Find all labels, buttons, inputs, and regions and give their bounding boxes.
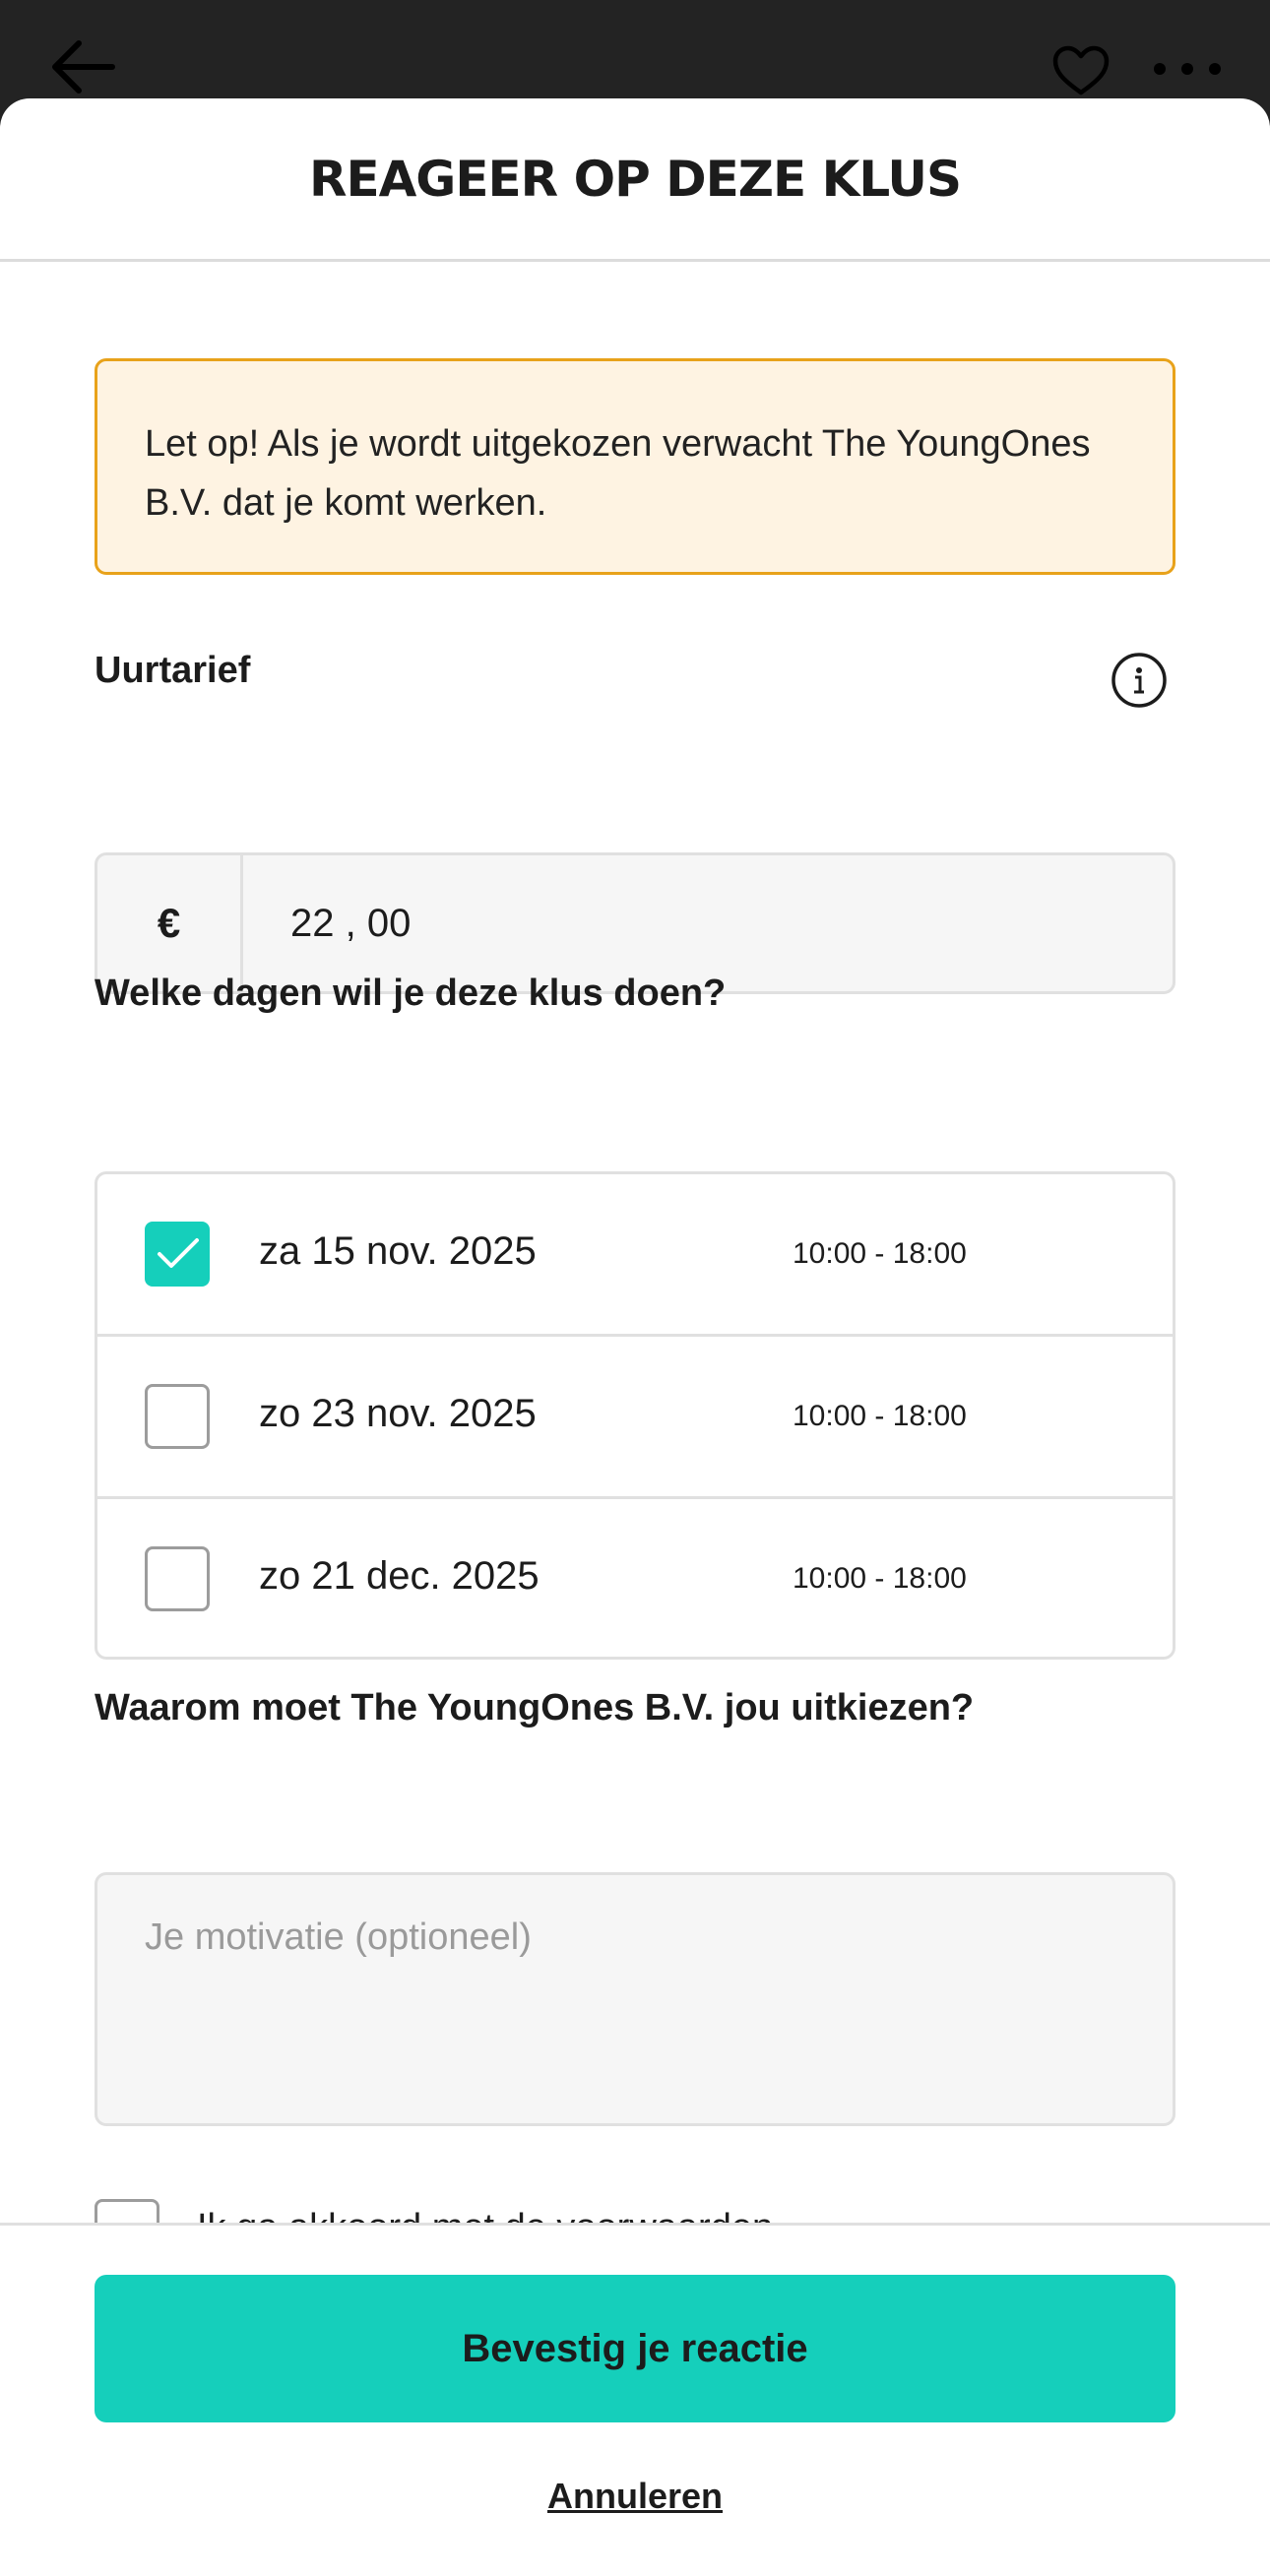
motivation-textarea[interactable] <box>95 1872 1175 2126</box>
days-list: za 15 nov. 2025 10:00 - 18:00 zo 23 nov.… <box>95 1171 1175 1660</box>
day-date: zo 23 nov. 2025 <box>259 1392 537 1435</box>
favorite-button[interactable] <box>1051 45 1111 96</box>
more-options-button[interactable] <box>1150 57 1225 81</box>
rate-label: Uurtarief <box>95 650 251 691</box>
motivation-label: Waarom moet The YoungOnes B.V. jou uitki… <box>95 1687 975 1728</box>
reaction-sheet: REAGEER OP DEZE KLUS Let op! Als je word… <box>0 98 1270 2576</box>
day-row[interactable]: zo 23 nov. 2025 10:00 - 18:00 <box>97 1337 1173 1499</box>
sheet-title: REAGEER OP DEZE KLUS <box>308 150 962 208</box>
day-checkbox[interactable] <box>145 1384 210 1449</box>
day-checkbox[interactable] <box>145 1222 210 1287</box>
days-label: Welke dagen wil je deze klus doen? <box>95 973 727 1014</box>
confirm-button[interactable]: Bevestig je reactie <box>95 2275 1175 2422</box>
arrow-left-icon <box>52 40 115 94</box>
day-date: zo 21 dec. 2025 <box>259 1554 540 1598</box>
info-button[interactable] <box>1111 652 1168 709</box>
warning-text: Let op! Als je wordt uitgekozen verwacht… <box>145 423 1091 524</box>
day-date: za 15 nov. 2025 <box>259 1229 537 1273</box>
cancel-link[interactable]: Annuleren <box>0 2476 1270 2517</box>
day-checkbox[interactable] <box>145 1546 210 1611</box>
warning-banner: Let op! Als je wordt uitgekozen verwacht… <box>95 358 1175 575</box>
top-bar <box>0 0 1270 108</box>
sheet-header: REAGEER OP DEZE KLUS <box>0 98 1270 262</box>
hourly-rate-input[interactable]: 22 , 00 <box>243 902 411 946</box>
footer: Bevestig je reactie Annuleren <box>0 2223 1270 2576</box>
day-row[interactable]: za 15 nov. 2025 10:00 - 18:00 <box>97 1174 1173 1337</box>
day-time: 10:00 - 18:00 <box>793 1400 967 1432</box>
currency-symbol: € <box>97 855 243 991</box>
more-horizontal-icon <box>1154 63 1221 75</box>
back-button[interactable] <box>47 37 118 96</box>
checkmark-icon <box>158 1238 199 1268</box>
info-icon <box>1111 653 1167 708</box>
heart-icon <box>1052 45 1110 95</box>
day-time: 10:00 - 18:00 <box>793 1237 967 1270</box>
day-row[interactable]: zo 21 dec. 2025 10:00 - 18:00 <box>97 1499 1173 1657</box>
day-time: 10:00 - 18:00 <box>793 1562 967 1595</box>
